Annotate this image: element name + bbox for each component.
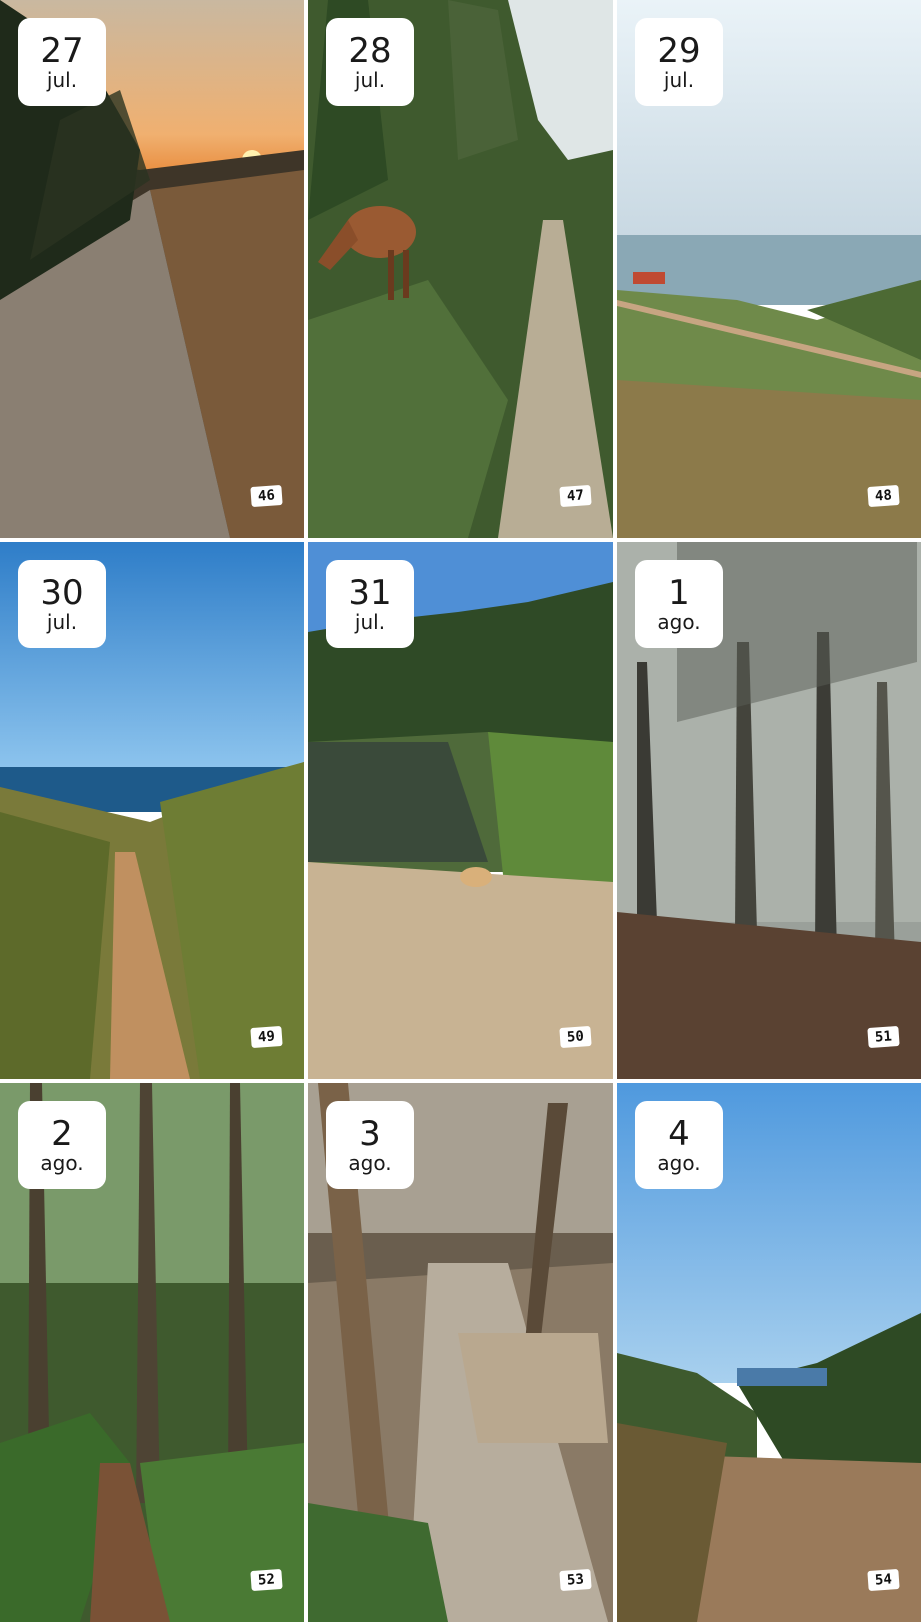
photo-number-label: 52 [250, 1568, 283, 1592]
photo-number-label: 53 [559, 1568, 592, 1592]
photo-tile[interactable]: 4 ago. 54 [617, 1083, 921, 1622]
photo-number-label: 50 [559, 1025, 592, 1049]
date-day: 4 [668, 1114, 690, 1154]
date-badge: 4 ago. [635, 1101, 723, 1189]
date-day: 29 [657, 31, 701, 71]
date-badge: 3 ago. [326, 1101, 414, 1189]
date-month: jul. [46, 68, 78, 92]
date-day: 27 [40, 31, 84, 71]
date-badge: 28 jul. [326, 18, 414, 106]
photo-tile[interactable]: 30 jul. 49 [0, 542, 304, 1079]
date-month: jul. [354, 610, 386, 634]
photo-tile[interactable]: 29 jul. 48 [617, 0, 921, 538]
photo-number-label: 48 [867, 484, 900, 508]
photo-tile[interactable]: 31 jul. 50 [308, 542, 613, 1079]
date-month: ago. [348, 1151, 392, 1175]
date-day: 1 [668, 573, 690, 613]
date-month: jul. [354, 68, 386, 92]
date-day: 2 [51, 1114, 73, 1154]
photo-number-label: 51 [867, 1025, 900, 1049]
photo-tile[interactable]: 27 jul. 46 [0, 0, 304, 538]
photo-grid: 27 jul. 46 28 jul. 47 29 jul. 48 30 jul.… [0, 0, 921, 1622]
date-month: ago. [40, 1151, 84, 1175]
photo-number-label: 54 [867, 1568, 900, 1592]
date-badge: 27 jul. [18, 18, 106, 106]
date-month: ago. [657, 610, 701, 634]
photo-number-label: 47 [559, 484, 592, 508]
date-badge: 1 ago. [635, 560, 723, 648]
date-day: 31 [348, 573, 392, 613]
date-day: 30 [40, 573, 84, 613]
photo-number-label: 49 [250, 1025, 283, 1049]
date-badge: 29 jul. [635, 18, 723, 106]
photo-tile[interactable]: 3 ago. 53 [308, 1083, 613, 1622]
photo-number-label: 46 [250, 484, 283, 508]
date-badge: 30 jul. [18, 560, 106, 648]
date-month: jul. [663, 68, 695, 92]
photo-tile[interactable]: 1 ago. 51 [617, 542, 921, 1079]
photo-tile[interactable]: 28 jul. 47 [308, 0, 613, 538]
date-day: 28 [348, 31, 392, 71]
date-day: 3 [359, 1114, 381, 1154]
date-badge: 31 jul. [326, 560, 414, 648]
date-month: jul. [46, 610, 78, 634]
date-badge: 2 ago. [18, 1101, 106, 1189]
date-month: ago. [657, 1151, 701, 1175]
photo-tile[interactable]: 2 ago. 52 [0, 1083, 304, 1622]
